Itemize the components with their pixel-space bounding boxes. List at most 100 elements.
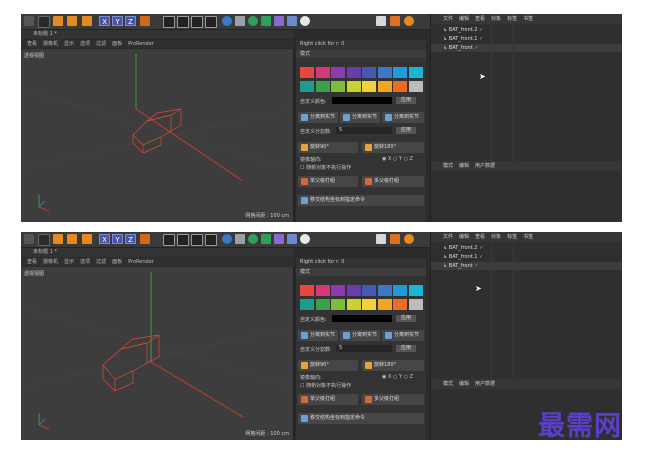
- object-menu-file[interactable]: 文件: [443, 234, 453, 240]
- color-swatch[interactable]: [393, 285, 407, 296]
- render-view-icon[interactable]: [191, 16, 203, 28]
- deformer-icon[interactable]: [261, 234, 271, 244]
- pen-icon[interactable]: [235, 234, 245, 244]
- custom-split-field[interactable]: 5: [336, 345, 392, 352]
- object-menu-view[interactable]: 查看: [475, 16, 485, 22]
- color-swatch[interactable]: [300, 285, 314, 296]
- object-row[interactable]: ↳ BAT_front.2 ✓: [431, 244, 622, 252]
- viewport-menu-camera[interactable]: 摄像机: [43, 259, 58, 265]
- color-swatch[interactable]: [362, 285, 376, 296]
- camera-icon[interactable]: [287, 234, 297, 244]
- viewport-tab-title[interactable]: 未标题 1 *: [33, 31, 57, 37]
- color-swatch[interactable]: [362, 67, 376, 78]
- rotate-icon[interactable]: [67, 234, 77, 244]
- rotate-180-button[interactable]: 旋转180°: [362, 142, 424, 153]
- object-menu-bookmark[interactable]: 书签: [523, 234, 533, 240]
- color-swatch[interactable]: [315, 285, 330, 296]
- viewport-menu-display[interactable]: 显示: [64, 259, 74, 265]
- color-swatch[interactable]: [408, 81, 423, 92]
- viewport-menu-filter[interactable]: 过滤: [96, 259, 106, 265]
- color-swatch[interactable]: [377, 81, 392, 92]
- move-icon[interactable]: [38, 234, 50, 246]
- color-swatch[interactable]: [408, 299, 423, 310]
- custom-split-field[interactable]: 5: [336, 127, 392, 134]
- multi-group-button[interactable]: 多父级打组: [362, 394, 424, 405]
- rotate-90-button[interactable]: 旋转90°: [298, 360, 358, 371]
- color-swatch[interactable]: [346, 285, 361, 296]
- light-icon[interactable]: [300, 16, 310, 26]
- viewport-menu-panel[interactable]: 面板: [112, 259, 122, 265]
- color-swatch[interactable]: [408, 285, 423, 296]
- render-settings-icon[interactable]: [177, 234, 189, 246]
- attributes-mode[interactable]: 模式: [296, 268, 426, 276]
- render-queue-icon[interactable]: [205, 16, 217, 28]
- pen-icon[interactable]: [235, 16, 245, 26]
- z-axis-button[interactable]: Z: [125, 234, 136, 244]
- color-swatch[interactable]: [300, 67, 314, 78]
- render-icon[interactable]: [163, 234, 175, 246]
- color-swatch[interactable]: [362, 81, 376, 92]
- object-row[interactable]: ↳ BAT_front.1 ✓: [431, 35, 622, 43]
- attributes-mode[interactable]: 模式: [296, 50, 426, 58]
- apply-split-button[interactable]: 应用: [396, 345, 416, 352]
- object-menu-object[interactable]: 对象: [491, 16, 501, 22]
- subdivide-icon[interactable]: [248, 234, 258, 244]
- move-icon[interactable]: [38, 16, 50, 28]
- select-icon[interactable]: [82, 16, 92, 26]
- split-button-2[interactable]: 分离到实节: [340, 330, 380, 341]
- download-icon[interactable]: [376, 16, 386, 26]
- apply-split-button[interactable]: 应用: [396, 127, 416, 134]
- split-button-1[interactable]: 分离到实节: [298, 112, 338, 123]
- scale-icon[interactable]: [53, 234, 63, 244]
- object-menu-tag[interactable]: 标签: [507, 16, 517, 22]
- object-menu-bookmark[interactable]: 书签: [523, 16, 533, 22]
- split-button-2[interactable]: 分离到实节: [340, 112, 380, 123]
- viewport-menu-options[interactable]: 选项: [80, 41, 90, 47]
- object-menu-view[interactable]: 查看: [475, 234, 485, 240]
- color-swatch[interactable]: [315, 67, 330, 78]
- color-swatch[interactable]: [377, 67, 392, 78]
- y-axis-button[interactable]: Y: [112, 16, 123, 26]
- x-axis-button[interactable]: X: [99, 234, 110, 244]
- gear-icon[interactable]: [390, 234, 400, 244]
- color-swatch[interactable]: [393, 81, 407, 92]
- apply-color-button[interactable]: 应用: [396, 315, 416, 322]
- object-menu-edit[interactable]: 编辑: [459, 234, 469, 240]
- object-row[interactable]: ↳ BAT_front ✓: [431, 262, 622, 270]
- custom-color-field[interactable]: [332, 315, 392, 322]
- color-swatch[interactable]: [315, 81, 330, 92]
- select-icon[interactable]: [82, 234, 92, 244]
- object-menu-edit[interactable]: 编辑: [459, 16, 469, 22]
- render-queue-icon[interactable]: [205, 234, 217, 246]
- z-axis-button[interactable]: Z: [125, 16, 136, 26]
- apply-color-button[interactable]: 应用: [396, 97, 416, 104]
- transfer-coords-button[interactable]: 移交结构坐标到指定命令: [298, 413, 424, 424]
- deformer-icon[interactable]: [261, 16, 271, 26]
- split-button-3[interactable]: 分离到实节: [382, 330, 424, 341]
- color-swatch[interactable]: [331, 81, 345, 92]
- camera-icon[interactable]: [287, 16, 297, 26]
- checkbox-row[interactable]: ☐ 随新对象不执行操作: [300, 164, 351, 171]
- object-row[interactable]: ↳ BAT_front.1 ✓: [431, 253, 622, 261]
- split-button-3[interactable]: 分离到实节: [382, 112, 424, 123]
- single-group-button[interactable]: 单父级打组: [298, 394, 358, 405]
- rotate-icon[interactable]: [67, 16, 77, 26]
- subdivide-icon[interactable]: [248, 16, 258, 26]
- color-swatch[interactable]: [346, 67, 361, 78]
- color-swatch[interactable]: [362, 299, 376, 310]
- coords-icon[interactable]: [140, 16, 150, 26]
- viewport-menu-camera[interactable]: 摄像机: [43, 41, 58, 47]
- scene-icon[interactable]: [274, 234, 284, 244]
- viewport-menu-view[interactable]: 查看: [27, 259, 37, 265]
- render-icon[interactable]: [163, 16, 175, 28]
- viewport-menu-panel[interactable]: 面板: [112, 41, 122, 47]
- color-swatch[interactable]: [331, 67, 345, 78]
- viewport-tab-title[interactable]: 未标题 1 *: [33, 249, 57, 255]
- color-swatch[interactable]: [408, 67, 423, 78]
- color-swatch[interactable]: [331, 299, 345, 310]
- split-button-1[interactable]: 分离到实节: [298, 330, 338, 341]
- cube-icon[interactable]: [222, 16, 232, 26]
- download-icon[interactable]: [376, 234, 386, 244]
- custom-color-field[interactable]: [332, 97, 392, 104]
- object-row[interactable]: ↳ BAT_front ✓: [431, 44, 622, 52]
